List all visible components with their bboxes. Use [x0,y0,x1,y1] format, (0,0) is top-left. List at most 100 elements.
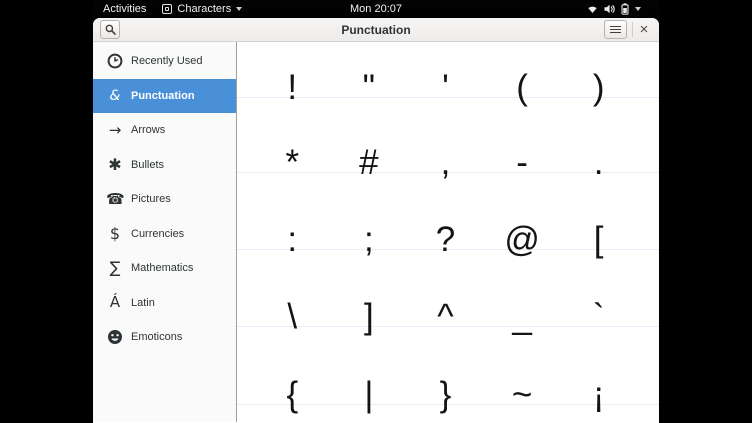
gnome-top-bar: Activities Characters Mon 20:07 [93,0,659,18]
caret-down-icon [635,7,641,11]
character-cell[interactable]: - [484,145,561,172]
sidebar-item-punctuation[interactable]: & Punctuation [93,79,236,114]
hamburger-menu-icon [610,26,621,33]
character-cell[interactable]: " [331,70,408,97]
asterisk-icon: ✱ [106,157,124,173]
sidebar-item-label: Pictures [131,193,171,205]
network-wireless-icon [587,4,598,14]
character-glyph: _ [512,299,531,334]
sidebar-item-label: Latin [131,297,155,309]
a-acute-icon: Á [106,295,124,310]
sidebar-item-label: Mathematics [131,262,193,274]
dollar-icon: $ [106,226,124,242]
character-row: * # , - . [237,98,659,173]
character-glyph: | [364,377,373,412]
sidebar-item-currencies[interactable]: $ Currencies [93,217,236,252]
character-cell[interactable]: ~ [484,377,561,404]
character-cell[interactable]: ' [407,70,484,97]
sidebar-item-latin[interactable]: Á Latin [93,286,236,321]
character-glyph: . [594,145,604,180]
header-separator [632,22,633,37]
character-cell[interactable]: _ [484,299,561,326]
header-bar: Punctuation × [93,18,659,42]
character-cell[interactable]: ( [484,70,561,97]
character-cell[interactable]: ! [254,70,331,97]
telephone-icon: ☎ [106,192,124,207]
sidebar-item-bullets[interactable]: ✱ Bullets [93,148,236,183]
character-cell[interactable]: ¡ [560,377,637,404]
sidebar-item-label: Punctuation [131,90,195,102]
character-glyph: @ [504,222,540,257]
character-glyph: \ [287,299,297,334]
character-cell[interactable]: , [407,145,484,172]
character-glyph: ` [593,299,605,334]
character-glyph: - [516,145,528,180]
battery-icon [621,3,629,15]
character-row: ! " ' ( ) [237,42,659,98]
character-cell[interactable]: } [407,377,484,404]
character-cell[interactable]: . [560,145,637,172]
character-glyph: [ [594,222,604,257]
character-grid: ! " ' ( ) * # , - . : ; ? @ [ \ [237,42,659,422]
system-tray[interactable] [587,0,641,18]
character-row: \ ] ^ _ ` [237,250,659,327]
character-cell[interactable]: ` [560,299,637,326]
ampersand-icon: & [106,89,124,103]
character-glyph: ~ [512,377,532,412]
character-cell[interactable]: [ [560,222,637,249]
character-glyph: , [441,145,451,180]
character-glyph: ( [516,70,528,105]
character-cell[interactable]: ^ [407,299,484,326]
smiley-icon [106,329,124,345]
character-cell[interactable]: ) [560,70,637,97]
character-row: { | } ~ ¡ [237,327,659,405]
character-glyph: # [359,145,378,180]
clock[interactable]: Mon 20:07 [93,3,659,15]
sidebar-item-mathematics[interactable]: ∑ Mathematics [93,251,236,286]
search-icon [105,24,116,35]
search-button[interactable] [100,20,120,39]
character-glyph: : [287,222,297,257]
character-cell[interactable]: ? [407,222,484,249]
clock-icon [106,53,124,69]
arrow-right-icon: → [106,123,124,138]
character-glyph: ] [364,299,374,334]
character-glyph: ) [593,70,605,105]
character-glyph: * [285,145,299,180]
character-cell[interactable]: | [331,377,408,404]
close-button[interactable]: × [636,20,652,39]
character-glyph: ^ [437,299,453,334]
character-glyph: ? [436,222,455,257]
sigma-icon: ∑ [106,260,124,276]
sidebar-item-pictures[interactable]: ☎ Pictures [93,182,236,217]
character-cell[interactable]: ] [331,299,408,326]
sidebar-item-arrows[interactable]: → Arrows [93,113,236,148]
character-cell[interactable]: # [331,145,408,172]
character-glyph: } [440,377,452,412]
character-glyph: ; [364,222,374,257]
character-glyph: " [363,70,375,105]
category-sidebar: Recently Used & Punctuation → Arrows ✱ B… [93,42,237,422]
sidebar-item-label: Emoticons [131,331,182,343]
sidebar-item-label: Bullets [131,159,164,171]
character-cell[interactable]: @ [484,222,561,249]
character-cell[interactable]: : [254,222,331,249]
menu-button[interactable] [604,20,627,39]
close-icon: × [640,21,649,38]
character-cell[interactable]: ; [331,222,408,249]
sidebar-item-emoticons[interactable]: Emoticons [93,320,236,355]
volume-icon [604,4,615,14]
sidebar-item-recently-used[interactable]: Recently Used [93,44,236,79]
characters-window: Punctuation × Recentl [93,18,659,423]
character-cell[interactable]: { [254,377,331,404]
sidebar-item-label: Arrows [131,124,165,136]
character-glyph: ' [442,70,449,105]
sidebar-item-label: Currencies [131,228,184,240]
page-title: Punctuation [93,23,659,37]
character-glyph: ¡ [593,377,605,412]
character-cell[interactable]: \ [254,299,331,326]
character-cell[interactable]: * [254,145,331,172]
character-row: : ; ? @ [ [237,173,659,250]
character-glyph: { [286,377,298,412]
character-glyph: ! [287,70,297,105]
